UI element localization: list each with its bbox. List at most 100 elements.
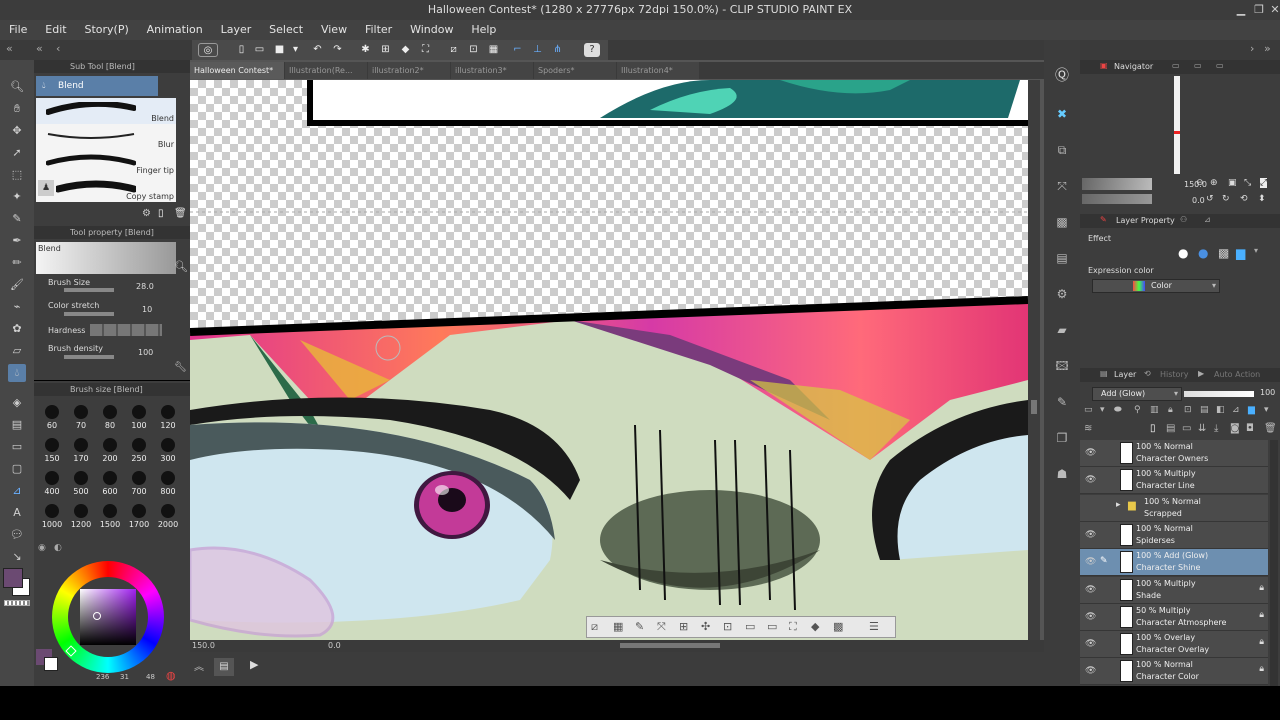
ruler-tool-icon[interactable]: ⊿: [8, 482, 26, 500]
fit-screen-icon[interactable]: ▣: [1228, 178, 1237, 188]
save-icon[interactable]: ■: [272, 43, 287, 57]
correct-line-tool-icon[interactable]: ↘: [8, 548, 26, 566]
tab-halloween-contest[interactable]: Halloween Contest*: [190, 62, 284, 79]
zoom-tool-icon[interactable]: 🔍︎: [8, 78, 26, 96]
layer-name[interactable]: Shade: [1136, 591, 1161, 600]
brush-tool-icon[interactable]: 🖌︎: [8, 276, 26, 294]
sub-color-chip[interactable]: [44, 657, 58, 671]
layer-property-title[interactable]: Layer Property: [1116, 216, 1175, 225]
brush-finger-tip[interactable]: Finger tip: [36, 150, 176, 176]
lock-icon[interactable]: 🔒︎: [1259, 610, 1264, 620]
brush-size-preset[interactable]: 500: [67, 471, 95, 503]
chevron-down-icon[interactable]: ▾: [1264, 405, 1269, 415]
brush-copy-stamp[interactable]: ♟ Copy stamp: [36, 176, 176, 202]
search-icon[interactable]: Ⓠ: [1052, 66, 1072, 86]
horizontal-scroll-thumb[interactable]: [620, 643, 720, 648]
collapse-left-icon[interactable]: «: [6, 42, 13, 55]
minimize-icon[interactable]: ▁: [1232, 0, 1250, 20]
main-color-fill[interactable]: [3, 568, 23, 588]
sub-view-icon[interactable]: ✖: [1052, 104, 1072, 124]
undo-icon[interactable]: ↶: [310, 43, 325, 57]
quick-access-icon[interactable]: ▰: [1052, 320, 1072, 340]
menu-layer[interactable]: Layer: [215, 20, 258, 40]
pen-icon[interactable]: ✎: [635, 620, 644, 633]
add-mask-icon[interactable]: ◙: [1230, 423, 1240, 434]
tab-illustration3[interactable]: illustration3*: [451, 62, 533, 79]
brush-size-preset[interactable]: 100: [125, 405, 153, 437]
blend-mode-select[interactable]: Add (Glow) ▾: [1092, 387, 1182, 401]
new-raster-layer-icon[interactable]: ▯: [1150, 423, 1156, 434]
copy-icon[interactable]: ❐: [1052, 428, 1072, 448]
layer-name[interactable]: Character Shine: [1136, 563, 1200, 572]
transfer-down-icon[interactable]: ⇊: [1198, 423, 1206, 434]
layer-row[interactable]: 👁︎ ✎ 100 % Add (Glow) Character Shine: [1080, 549, 1268, 577]
tab-history[interactable]: History: [1160, 370, 1188, 379]
brush-size-preset[interactable]: 800: [154, 471, 182, 503]
sub-view-tab-icon[interactable]: ▭: [1172, 61, 1180, 70]
expand-icon[interactable]: »: [1264, 42, 1271, 55]
layer-row[interactable]: 👁︎ 100 % Multiply Shade 🔒︎: [1080, 576, 1268, 604]
tab-auto-action[interactable]: Auto Action: [1214, 370, 1260, 379]
hand-tool-icon[interactable]: ✋︎: [8, 100, 26, 118]
brush-size-preset[interactable]: 700: [125, 471, 153, 503]
pen-tool-icon[interactable]: ✒: [8, 232, 26, 250]
copy-subtool-icon[interactable]: ▯: [158, 208, 164, 219]
eye-icon[interactable]: 👁︎: [1085, 530, 1096, 540]
draft-icon[interactable]: ⚲: [1134, 405, 1141, 415]
clear-icon[interactable]: ✱: [358, 43, 373, 57]
brush-size-preset[interactable]: 150: [38, 438, 66, 470]
item-tab-icon[interactable]: ▭: [1216, 61, 1224, 70]
menu-help[interactable]: Help: [465, 20, 502, 40]
layer-search-icon[interactable]: ⧉: [1052, 140, 1072, 160]
menu-filter[interactable]: Filter: [359, 20, 398, 40]
layer-row[interactable]: 👁︎ 100 % Normal Character Owners: [1080, 440, 1268, 467]
flip-vertical-icon[interactable]: ⬍: [1258, 194, 1266, 204]
layer-row[interactable]: 👁︎ 100 % Normal Character Color 🔒︎: [1080, 658, 1268, 686]
ruler-snap-icon[interactable]: ⌐: [510, 43, 525, 57]
brush-size-preset[interactable]: 120: [154, 405, 182, 437]
brush-density-value[interactable]: 100: [138, 348, 153, 357]
layer-name[interactable]: Character Color: [1136, 672, 1199, 681]
delete-subtool-icon[interactable]: 🗑︎: [174, 208, 187, 219]
intermediate-color-icon[interactable]: ▩: [1052, 212, 1072, 232]
show-selection-icon[interactable]: ▦: [486, 43, 501, 57]
color-stretch-value[interactable]: 10: [142, 305, 152, 314]
visibility-off-icon[interactable]: [1085, 503, 1095, 513]
vertical-scrollbar[interactable]: [1028, 80, 1040, 640]
actual-size-icon[interactable]: ⤡: [1244, 178, 1251, 188]
eye-icon[interactable]: 👁︎: [1085, 666, 1096, 676]
magnifier-icon[interactable]: 🔍︎: [174, 260, 188, 273]
brush-size-preset[interactable]: 70: [67, 405, 95, 437]
brush-size-preset[interactable]: 400: [38, 471, 66, 503]
layer-color-icon[interactable]: ▆: [1236, 246, 1245, 260]
subtool-settings-icon[interactable]: ⚙: [142, 208, 151, 219]
decoration-tool-icon[interactable]: ✿: [8, 320, 26, 338]
layer-row[interactable]: 👁︎ 100 % Multiply Character Line: [1080, 467, 1268, 495]
blend-tool-icon[interactable]: 💧︎: [8, 364, 26, 382]
expand-folder-icon[interactable]: ▸: [1116, 500, 1121, 510]
paint-icon[interactable]: ✎: [1052, 392, 1072, 412]
enable-mask-icon[interactable]: ▤: [1200, 405, 1209, 415]
eraser-tool-icon[interactable]: ▱: [8, 342, 26, 360]
color-wheel-tab-icon[interactable]: ◉: [38, 543, 46, 553]
layer-row[interactable]: 👁︎ 100 % Overlay Character Overlay 🔒︎: [1080, 631, 1268, 659]
search-layer-tab-icon[interactable]: ⚇: [1180, 215, 1187, 224]
tone-effect-icon[interactable]: ▩: [1218, 246, 1229, 260]
rotate-left-icon[interactable]: ↺: [1206, 194, 1214, 204]
deselect-icon[interactable]: ⧄: [446, 43, 461, 57]
flip-horizontal-icon[interactable]: ⤢: [1260, 178, 1268, 188]
tab-illustration-re[interactable]: Illustration(Re...: [285, 62, 367, 79]
color-set-tab-icon[interactable]: ◐: [54, 543, 62, 553]
lock-icon[interactable]: 🔒︎: [1259, 664, 1264, 674]
navigator-title[interactable]: Navigator: [1114, 62, 1153, 71]
crop-icon[interactable]: ⧄: [591, 620, 598, 634]
menu-story[interactable]: Story(P): [78, 20, 134, 40]
color-stretch-slider[interactable]: [64, 312, 114, 316]
brush-blur[interactable]: Blur: [36, 124, 176, 150]
checker-icon[interactable]: ▩: [833, 620, 843, 633]
layer-name[interactable]: Spiderses: [1136, 536, 1175, 545]
brush-size-preset[interactable]: 1500: [96, 504, 124, 536]
lasso-tool-icon[interactable]: ✦: [8, 188, 26, 206]
text-tool-icon[interactable]: A: [8, 504, 26, 522]
menu-animation[interactable]: Animation: [141, 20, 209, 40]
